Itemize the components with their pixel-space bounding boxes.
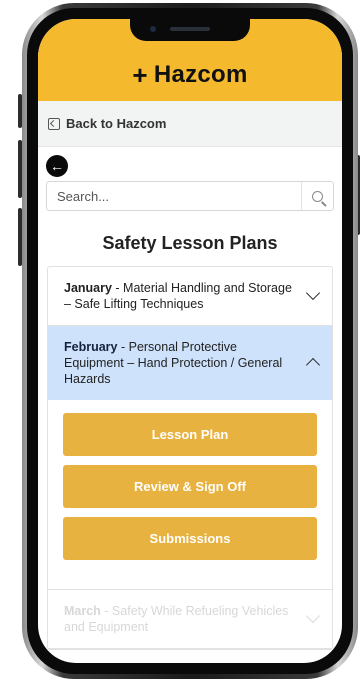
search-icon xyxy=(312,190,323,202)
page-title: Safety Lesson Plans xyxy=(102,233,278,253)
search-input[interactable] xyxy=(57,188,297,204)
search-bar xyxy=(46,181,334,211)
circle-back-arrow-icon[interactable]: ← xyxy=(46,155,68,177)
back-arrow-box-icon xyxy=(48,117,60,130)
plus-icon: + xyxy=(132,60,148,90)
back-to-hazcom-link[interactable]: Back to Hazcom xyxy=(38,101,342,147)
lesson-accordion: January - Material Handling and Storage … xyxy=(47,266,333,650)
lesson-item-march: March - Safety While Refueling Vehicles … xyxy=(48,590,332,649)
lesson-month: January xyxy=(64,281,112,295)
main-content: ← Safety Lesson Plans January - Material… xyxy=(38,147,342,650)
speaker-icon xyxy=(170,27,210,31)
lesson-actions: Lesson Plan Review & Sign Off Submission… xyxy=(48,400,332,589)
phone-screen: + Hazcom Back to Hazcom ← Safety Lesson … xyxy=(38,19,342,663)
lesson-title: January - Material Handling and Storage … xyxy=(64,280,298,312)
lesson-title: February - Personal Protective Equipment… xyxy=(64,339,298,387)
phone-bezel: + Hazcom Back to Hazcom ← Safety Lesson … xyxy=(27,8,353,674)
chevron-down-icon xyxy=(305,285,321,301)
brand-name: Hazcom xyxy=(153,61,248,88)
search-button[interactable] xyxy=(301,182,333,210)
lesson-header-march[interactable]: March - Safety While Refueling Vehicles … xyxy=(48,590,332,648)
lesson-month: February xyxy=(64,340,118,354)
phone-frame: + Hazcom Back to Hazcom ← Safety Lesson … xyxy=(22,3,358,679)
review-sign-off-button[interactable]: Review & Sign Off xyxy=(63,465,317,508)
lesson-item-january: January - Material Handling and Storage … xyxy=(48,267,332,326)
notch xyxy=(130,19,250,41)
camera-icon xyxy=(150,26,156,32)
lesson-item-february: February - Personal Protective Equipment… xyxy=(48,326,332,590)
lesson-header-january[interactable]: January - Material Handling and Storage … xyxy=(48,267,332,325)
chevron-down-icon xyxy=(305,608,321,624)
chevron-up-icon xyxy=(305,357,321,373)
back-link-label: Back to Hazcom xyxy=(66,116,167,131)
brand-logo[interactable]: + Hazcom xyxy=(132,61,247,89)
lesson-plan-button[interactable]: Lesson Plan xyxy=(63,413,317,456)
submissions-button[interactable]: Submissions xyxy=(63,517,317,560)
lesson-header-february[interactable]: February - Personal Protective Equipment… xyxy=(48,326,332,400)
lesson-title: March - Safety While Refueling Vehicles … xyxy=(64,603,298,635)
lesson-month: March xyxy=(64,604,101,618)
